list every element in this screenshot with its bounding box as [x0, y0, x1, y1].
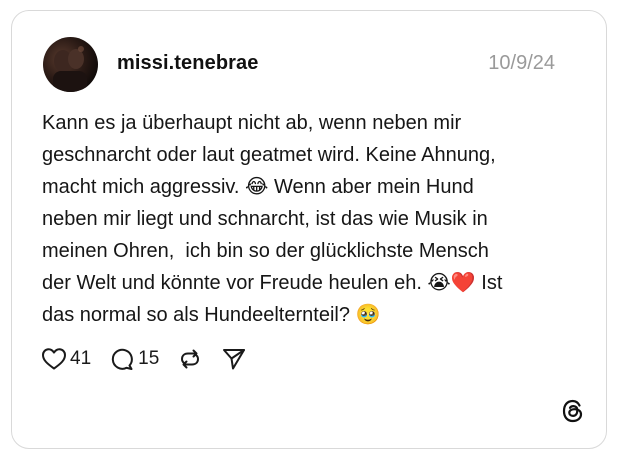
action-bar: 41 15 — [41, 345, 265, 373]
like-button[interactable]: 41 — [41, 347, 91, 371]
username[interactable]: missi.tenebrae — [117, 52, 258, 75]
share-button[interactable] — [221, 346, 247, 372]
post-text: Kann es ja überhaupt nicht ab, wenn nebe… — [42, 112, 503, 326]
avatar[interactable] — [43, 37, 98, 92]
like-count: 41 — [70, 348, 92, 369]
post-date: 10/9/24 — [488, 52, 555, 74]
send-icon — [223, 349, 246, 370]
heart-icon — [42, 348, 66, 370]
reply-button[interactable]: 15 — [109, 346, 159, 372]
reply-count: 15 — [138, 348, 160, 369]
repost-button[interactable] — [177, 346, 203, 372]
repost-icon — [181, 349, 200, 369]
comment-icon — [112, 348, 133, 370]
threads-logo-icon[interactable] — [560, 398, 586, 424]
avatar-image — [53, 46, 87, 92]
post-card: missi.tenebrae 10/9/24 Kann es ja überha… — [11, 10, 607, 449]
